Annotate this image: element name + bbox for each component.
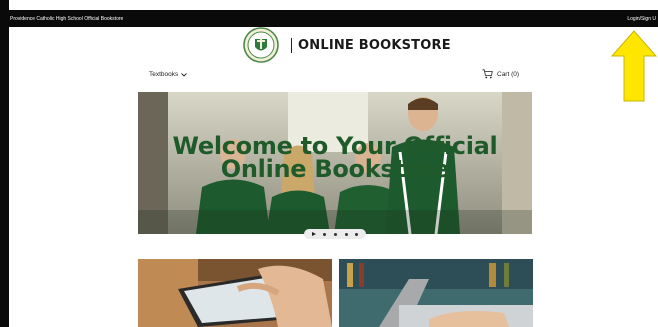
laptop-typing-photo xyxy=(339,259,533,327)
store-name: Providence Catholic High School Official… xyxy=(10,16,124,22)
slider-dot[interactable] xyxy=(344,232,348,236)
top-bar: Providence Catholic High School Official… xyxy=(0,10,658,27)
textbooks-label: Textbooks xyxy=(149,71,179,78)
feature-card-laptop[interactable] xyxy=(339,259,533,327)
slider-dot[interactable] xyxy=(323,232,327,236)
hero-banner[interactable]: Welcome to Your Official Online Bookstor… xyxy=(138,92,532,234)
site-header: ONLINE BOOKSTORE xyxy=(9,27,649,67)
chevron-down-icon xyxy=(181,72,188,77)
up-arrow-icon xyxy=(611,30,657,102)
school-seal-icon[interactable] xyxy=(243,27,279,63)
cart-label: Cart (0) xyxy=(497,70,520,78)
shopping-cart-icon xyxy=(482,69,493,79)
logo-divider xyxy=(291,38,292,53)
textbooks-menu[interactable]: Textbooks xyxy=(149,71,188,78)
feature-card-tablet[interactable] xyxy=(138,259,332,327)
hero-title: Welcome to Your Official Online Bookstor… xyxy=(172,132,498,183)
screen-top-margin xyxy=(0,0,658,10)
slider-dot[interactable] xyxy=(333,232,337,236)
slider-dot[interactable] xyxy=(355,232,359,236)
slider-controls xyxy=(304,229,366,239)
play-icon[interactable] xyxy=(311,232,316,236)
screen-left-border xyxy=(0,0,9,327)
cart-link[interactable]: Cart (0) xyxy=(482,69,519,79)
site-title[interactable]: ONLINE BOOKSTORE xyxy=(298,38,451,53)
main-nav: Textbooks Cart (0) xyxy=(9,68,649,82)
login-signup-link[interactable]: Login/Sign U xyxy=(627,16,656,22)
tablet-reading-photo xyxy=(138,259,332,327)
